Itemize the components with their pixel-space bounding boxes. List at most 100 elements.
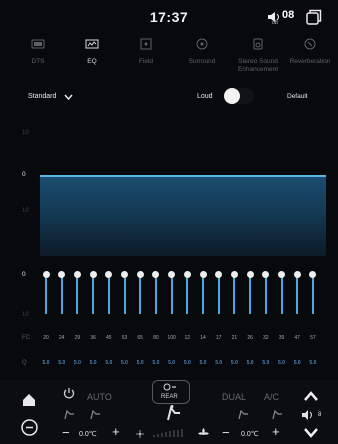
eq-band-frequency: 32 bbox=[263, 335, 269, 341]
loud-label: Loud bbox=[197, 93, 213, 100]
tab-label: Reverberation bbox=[289, 58, 331, 65]
eq-band-q: 5.0 bbox=[246, 360, 254, 366]
seat-heat-right-icon[interactable] bbox=[236, 408, 250, 420]
eq-band-knob[interactable] bbox=[199, 271, 207, 278]
eq-band-track[interactable] bbox=[92, 276, 95, 314]
eq-curve-line bbox=[40, 175, 326, 177]
back-icon[interactable] bbox=[21, 419, 38, 436]
eq-band-track[interactable] bbox=[249, 276, 252, 314]
eq-band-frequency: 47 bbox=[294, 335, 300, 341]
temp-left-value: 0.0℃ bbox=[79, 431, 97, 438]
tab-reverberation[interactable]: Reverberation bbox=[282, 38, 338, 66]
eq-band-q: 5.0 bbox=[215, 360, 223, 366]
chevron-down-icon[interactable] bbox=[64, 94, 73, 101]
eq-band-knob[interactable] bbox=[152, 271, 160, 278]
tab-surround[interactable]: Surround bbox=[174, 38, 230, 66]
eq-band-track[interactable] bbox=[202, 276, 204, 314]
default-button[interactable]: Default bbox=[287, 93, 308, 100]
fan-volume-value: 8 bbox=[318, 412, 322, 418]
eq-band-frequency: 65 bbox=[137, 335, 143, 341]
tab-stereo-enhancement[interactable]: Stereo Sound Enhancement bbox=[230, 38, 286, 74]
eq-band-track[interactable] bbox=[217, 276, 220, 314]
eq-band-knob[interactable] bbox=[121, 271, 128, 278]
eq-band-track[interactable] bbox=[233, 276, 236, 314]
eq-band-track[interactable] bbox=[186, 276, 189, 314]
eq-band-q: 5.0 bbox=[73, 360, 81, 366]
eq-band-knob[interactable] bbox=[58, 271, 66, 278]
stereo-enhance-icon bbox=[253, 38, 263, 50]
eq-band-knob[interactable] bbox=[42, 271, 50, 278]
eq-band-knob[interactable] bbox=[215, 271, 223, 278]
sound-field-icon bbox=[140, 38, 152, 50]
eq-band-frequency: 39 bbox=[278, 335, 285, 341]
eq-band-knob[interactable] bbox=[230, 271, 238, 278]
tab-eq[interactable]: EQ bbox=[64, 38, 120, 66]
db-label: 0 bbox=[22, 271, 26, 278]
temp-left-plus-button[interactable]: + bbox=[112, 424, 120, 439]
eq-band-knob[interactable] bbox=[105, 271, 113, 278]
eq-band-track[interactable] bbox=[107, 276, 110, 314]
chevron-down-icon[interactable] bbox=[303, 427, 319, 438]
eq-band-frequency: 12 bbox=[184, 335, 191, 341]
airflow-seat-icon[interactable] bbox=[164, 404, 182, 422]
tab-label: Surround bbox=[188, 58, 216, 65]
eq-band-knob[interactable] bbox=[246, 271, 254, 278]
eq-band-frequency: 26 bbox=[247, 335, 253, 341]
eq-band-track[interactable] bbox=[264, 276, 267, 314]
eq-band-frequency: 17 bbox=[215, 335, 222, 341]
eq-band-knob[interactable] bbox=[309, 271, 317, 278]
tab-dts[interactable]: DTS bbox=[10, 38, 66, 66]
eq-band-track[interactable] bbox=[154, 276, 157, 314]
auto-button[interactable]: AUTO bbox=[87, 392, 112, 402]
eq-band-knob[interactable] bbox=[136, 271, 144, 278]
power-icon[interactable] bbox=[63, 387, 75, 400]
eq-band-knob[interactable] bbox=[89, 271, 97, 278]
volume-level: 08 bbox=[282, 9, 295, 21]
eq-band-q: 5.0 bbox=[42, 360, 50, 366]
eq-band-knob[interactable] bbox=[168, 271, 176, 278]
rear-label: REAR bbox=[161, 394, 178, 400]
dual-button[interactable]: DUAL bbox=[222, 392, 246, 402]
eq-band-track[interactable] bbox=[139, 276, 142, 314]
temp-right-minus-button[interactable]: − bbox=[222, 425, 230, 440]
temp-right-plus-button[interactable]: + bbox=[272, 424, 280, 439]
eq-band-q: 5.0 bbox=[262, 360, 270, 366]
eq-band-track[interactable] bbox=[311, 276, 314, 314]
temp-left-minus-button[interactable]: − bbox=[62, 425, 70, 440]
tab-field[interactable]: Field bbox=[118, 38, 174, 66]
eq-band-frequency: 20 bbox=[43, 335, 49, 341]
eq-band-track[interactable] bbox=[76, 276, 79, 314]
eq-band-track[interactable] bbox=[123, 276, 126, 314]
fan-volume-icon bbox=[302, 410, 312, 420]
eq-band-track[interactable] bbox=[170, 276, 173, 314]
eq-band-knob[interactable] bbox=[278, 271, 285, 278]
eq-band-track[interactable] bbox=[280, 276, 283, 314]
eq-band-knob[interactable] bbox=[262, 271, 270, 278]
preset-dropdown[interactable]: Standard bbox=[28, 93, 56, 100]
chevron-up-icon[interactable] bbox=[303, 391, 319, 402]
eq-band-knob[interactable] bbox=[293, 271, 301, 278]
eq-band-q: 5.0 bbox=[293, 360, 301, 366]
eq-band-knob[interactable] bbox=[183, 271, 191, 278]
loud-toggle-knob[interactable] bbox=[224, 88, 240, 104]
eq-band-q: 5.0 bbox=[58, 360, 66, 366]
fan-low-icon bbox=[136, 430, 144, 438]
tab-label: DTS bbox=[31, 58, 45, 65]
fan-speed-bar[interactable] bbox=[152, 428, 186, 438]
eq-band-track[interactable] bbox=[296, 276, 299, 314]
eq-band-q: 5.0 bbox=[105, 360, 113, 366]
q-label: Q bbox=[22, 360, 27, 366]
db-label: 10 bbox=[22, 208, 29, 214]
seat-heat-icon[interactable] bbox=[88, 408, 102, 420]
eq-band-frequency: 57 bbox=[310, 335, 316, 341]
eq-band-track[interactable] bbox=[60, 276, 63, 314]
db-label: 10 bbox=[22, 312, 29, 318]
eq-band-frequency: 29 bbox=[74, 335, 81, 341]
home-icon[interactable] bbox=[22, 393, 36, 407]
eq-band-track[interactable] bbox=[45, 276, 47, 314]
eq-band-knob[interactable] bbox=[73, 271, 81, 278]
multi-window-icon[interactable] bbox=[306, 9, 322, 25]
ac-button[interactable]: A/C bbox=[264, 392, 279, 402]
seat-vent-icon[interactable] bbox=[62, 408, 76, 420]
seat-vent-right-icon[interactable] bbox=[270, 408, 284, 420]
